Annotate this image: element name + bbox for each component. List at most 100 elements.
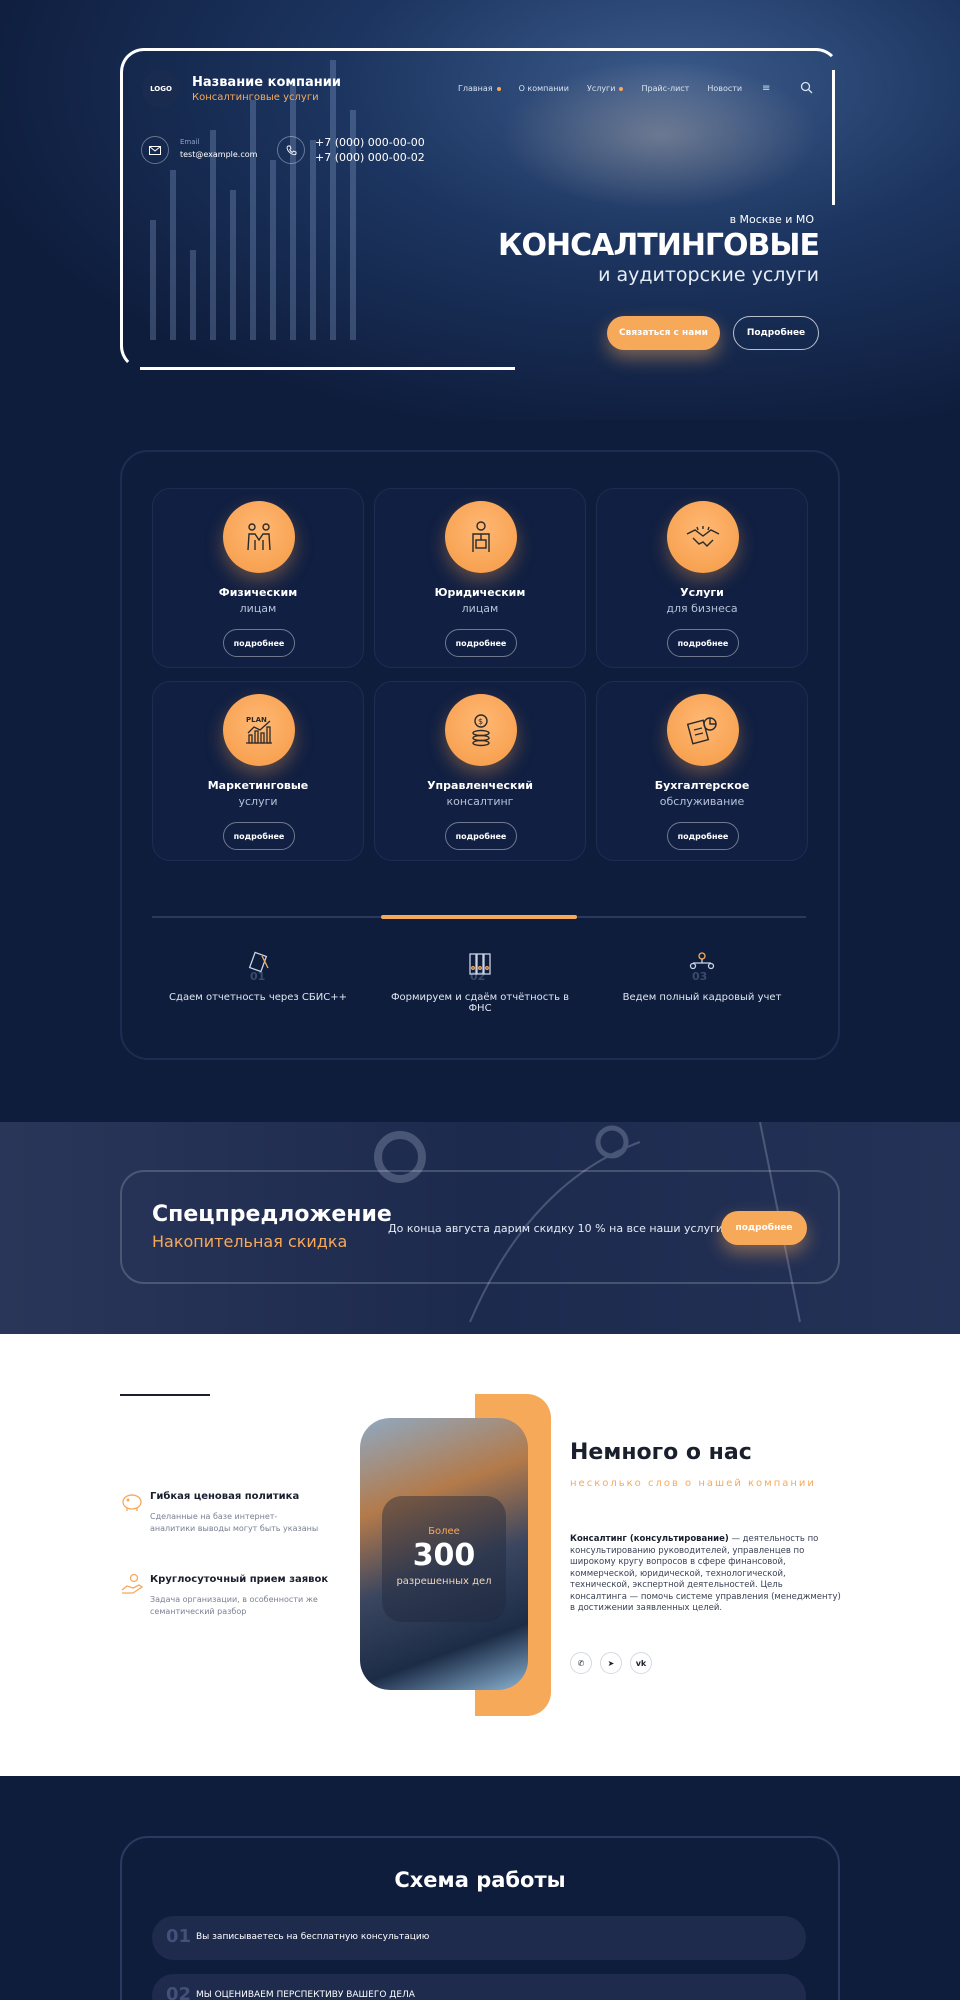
nav-label: Прайс-лист <box>641 84 690 93</box>
service-subtitle: лицам <box>239 602 277 615</box>
about-text: Консалтинг (консультирование) — деятельн… <box>570 1534 842 1615</box>
service-more-button[interactable]: подробнее <box>223 822 295 850</box>
nav-item-home[interactable]: Главная <box>458 84 501 93</box>
about-photo: Более 300 разрешенных дел <box>360 1418 528 1690</box>
service-more-button[interactable]: подробнее <box>445 822 517 850</box>
hero-subtitle: и аудиторские услуги <box>598 264 819 286</box>
feature-text: Сдаем отчетность через СБИС++ <box>169 992 347 1003</box>
nav-item-price[interactable]: Прайс-лист <box>641 84 689 93</box>
special-offer-button[interactable]: подробнее <box>721 1211 807 1245</box>
slider-progress[interactable] <box>381 915 577 919</box>
service-card[interactable]: Физическим лицам подробнее <box>152 488 364 668</box>
service-subtitle: обслуживание <box>659 795 745 808</box>
feature-item: 03 Ведем полный кадровый учет <box>602 950 802 1003</box>
service-title: Управленческий <box>427 779 533 792</box>
telegram-icon[interactable]: ➤ <box>600 1652 622 1674</box>
about-text-rest: — деятельность по консультированию руков… <box>570 1534 841 1613</box>
feature-item: 02 Формируем и сдаём отчётность в ФНС <box>380 950 580 1014</box>
about-section: Гибкая ценовая политика Сделанные на баз… <box>0 1334 960 1776</box>
nav-item-news[interactable]: Новости <box>707 84 742 93</box>
about-feature-desc: Сделанные на базе интернет-аналитики выв… <box>150 1512 319 1533</box>
step-number: 02 <box>166 1984 192 2000</box>
stat-number: 300 <box>412 1538 476 1573</box>
service-more-button[interactable]: подробнее <box>667 822 739 850</box>
vk-icon[interactable]: vk <box>630 1652 652 1674</box>
hero-title: КОНСАЛТИНГОВЫЕ <box>497 228 820 263</box>
service-subtitle: для бизнеса <box>666 602 738 615</box>
step-number: 01 <box>166 1926 192 1947</box>
plan-text: PLAN <box>246 716 267 724</box>
feature-text: Ведем полный кадровый учет <box>622 992 782 1003</box>
email-link[interactable]: test@example.com <box>180 150 257 159</box>
nav-label: Главная <box>458 84 493 93</box>
about-feature-title: Гибкая ценовая политика <box>150 1491 300 1502</box>
feature-number: 01 <box>250 970 265 982</box>
handshake-icon <box>667 501 739 573</box>
special-offer-text: До конца августа дарим скидку 10 % на вс… <box>388 1222 727 1235</box>
nav-item-about[interactable]: О компании <box>519 84 569 93</box>
search-icon[interactable] <box>800 81 813 97</box>
about-feature-desc: Задача организации, в особенности же сем… <box>150 1595 318 1616</box>
service-title: Маркетинговые <box>207 779 309 792</box>
feature-number: 03 <box>692 970 707 982</box>
binders-icon: 02 <box>380 950 580 982</box>
scheme-step[interactable]: 01 Вы записываетесь на бесплатную консул… <box>152 1916 806 1960</box>
service-subtitle: лицам <box>461 602 499 615</box>
service-more-button[interactable]: подробнее <box>667 629 739 657</box>
service-title: Услуги <box>680 586 724 599</box>
nav-dot <box>496 86 501 91</box>
main-nav: Главная О компании Услуги Прайс-лист Нов… <box>458 84 742 93</box>
special-offer-subtitle: Накопительная скидка <box>152 1232 348 1251</box>
about-title: Немного о нас <box>570 1440 752 1465</box>
service-title: Физическим <box>218 586 298 599</box>
accounting-icon <box>667 694 739 766</box>
service-card[interactable]: PLAN Маркетинговые услуги подробнее <box>152 681 364 861</box>
nav-item-services[interactable]: Услуги <box>587 84 624 93</box>
special-offer-title: Спецпредложение <box>152 1202 392 1227</box>
email-label: Email <box>180 138 200 146</box>
service-subtitle: консалтинг <box>446 795 514 808</box>
phone-link-1[interactable]: +7 (000) 000-00-00 <box>315 136 425 149</box>
service-more-button[interactable]: подробнее <box>223 629 295 657</box>
svg-text:$: $ <box>478 717 483 726</box>
phone-link-2[interactable]: +7 (000) 000-00-02 <box>315 151 425 164</box>
service-title: Юридическим <box>434 586 526 599</box>
scheme-title: Схема работы <box>394 1868 566 1892</box>
service-card[interactable]: Бухгалтерское обслуживание подробнее <box>596 681 808 861</box>
businessman-icon <box>445 501 517 573</box>
whatsapp-icon[interactable]: ✆ <box>570 1652 592 1674</box>
handshake-people-icon <box>223 501 295 573</box>
menu-icon[interactable]: ≡ <box>762 83 770 94</box>
about-text-bold: Консалтинг (консультирование) <box>570 1534 729 1544</box>
step-text: МЫ ОЦЕНИВАЕМ ПЕРСПЕКТИВУ ВАШЕГО ДЕЛА <box>196 1990 415 2000</box>
service-card[interactable]: Услуги для бизнеса подробнее <box>596 488 808 668</box>
service-card[interactable]: Юридическим лицам подробнее <box>374 488 586 668</box>
coins-icon: $ <box>445 694 517 766</box>
telegram-glyph: ➤ <box>607 1658 615 1668</box>
mail-icon <box>141 136 169 164</box>
feature-item: 01 Сдаем отчетность через СБИС++ <box>158 950 358 1003</box>
step-text: Вы записываетесь на бесплатную консульта… <box>196 1932 430 1942</box>
whatsapp-glyph: ✆ <box>577 1658 585 1668</box>
logo[interactable]: LOGO <box>142 70 180 108</box>
plan-chart-icon: PLAN <box>223 694 295 766</box>
service-card[interactable]: $ Управленческий консалтинг подробнее <box>374 681 586 861</box>
stat-label: Более <box>428 1526 460 1537</box>
about-subtitle: несколько слов о нашей компании <box>570 1478 816 1489</box>
service-title: Бухгалтерское <box>654 779 750 792</box>
contact-us-button[interactable]: Связаться с нами <box>607 316 720 350</box>
nav-label: Новости <box>707 84 743 93</box>
service-more-button[interactable]: подробнее <box>445 629 517 657</box>
logo-text: LOGO <box>150 85 172 93</box>
feature-text: Формируем и сдаём отчётность в ФНС <box>390 992 570 1014</box>
stat-caption: разрешенных дел <box>396 1576 492 1587</box>
about-feature-title: Круглосуточный прием заявок <box>150 1574 329 1585</box>
vk-glyph: vk <box>635 1658 647 1668</box>
company-name: Название компании <box>192 75 341 90</box>
company-tagline: Консалтинговые услуги <box>192 92 319 103</box>
document-pen-icon: 01 <box>158 950 358 982</box>
nav-label: Услуги <box>586 84 616 93</box>
hero-more-button[interactable]: Подробнее <box>733 316 819 350</box>
scheme-step[interactable]: 02 МЫ ОЦЕНИВАЕМ ПЕРСПЕКТИВУ ВАШЕГО ДЕЛА <box>152 1974 806 2000</box>
phone-icon <box>277 136 305 164</box>
